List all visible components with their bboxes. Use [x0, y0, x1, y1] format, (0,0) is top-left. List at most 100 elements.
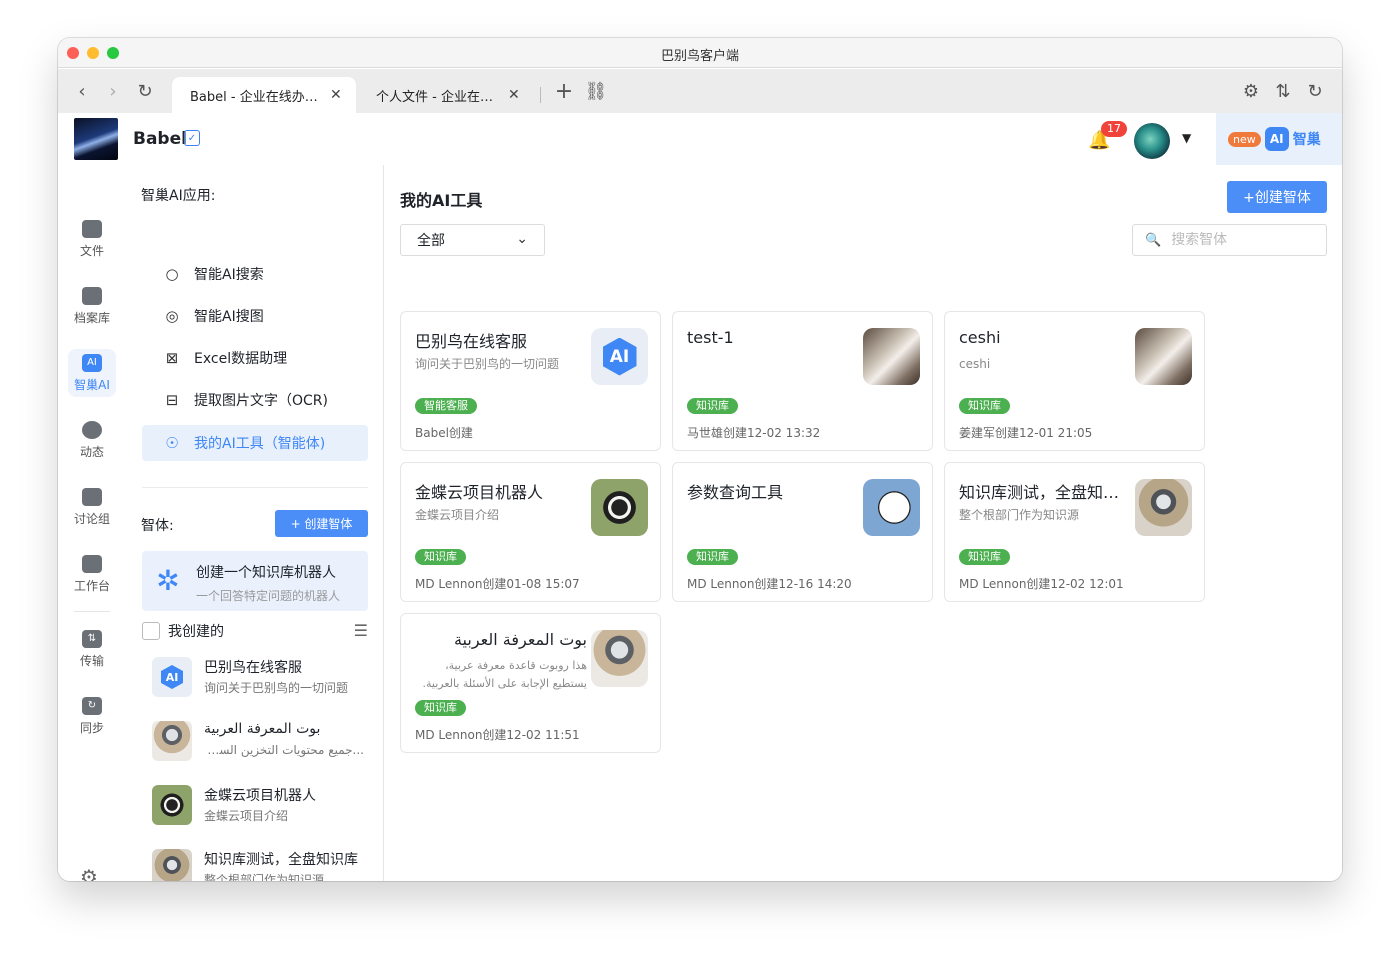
- apps-section-title: 智巢AI应用:: [141, 188, 216, 204]
- activity-icon: [82, 420, 102, 439]
- create-knowledge-bot-card[interactable]: ✲ 创建一个知识库机器人 一个回答特定问题的机器人: [142, 551, 368, 611]
- tab-label: Babel - 企业在线办公网盘: [190, 89, 322, 105]
- browser-tab-bar: ‹ › ↻ Babel - 企业在线办公网盘 ✕ 个人文件 - 企业在线办公网盘…: [58, 69, 1342, 113]
- menu-item-label: 智能AI搜索: [194, 267, 264, 283]
- agent-name: 巴别鸟在线客服: [204, 660, 302, 676]
- new-tab-icon[interactable]: +: [552, 79, 576, 104]
- ai-logo-icon: AI: [1264, 127, 1289, 151]
- new-badge: new: [1228, 131, 1261, 147]
- card-meta: MD Lennon创建12-16 14:20: [687, 577, 852, 591]
- card-title: 知识库测试，全盘知识库: [959, 483, 1131, 502]
- agent-avatar: [152, 785, 192, 825]
- card-title: 金蝶云项目机器人: [415, 483, 544, 502]
- company-logo[interactable]: [74, 118, 118, 160]
- card-meta: 马世雄创建12-02 13:32: [687, 426, 821, 440]
- menu-item-my-ai-tools[interactable]: ☉ 我的AI工具（智能体): [142, 425, 368, 461]
- chevron-down-icon[interactable]: ▼: [1182, 131, 1191, 145]
- category-select[interactable]: 全部 ⌄: [400, 224, 545, 256]
- settings-gear-icon[interactable]: ⚙: [80, 865, 102, 881]
- rail-item-sync[interactable]: ↻ 同步: [68, 692, 116, 740]
- nav-rail: 文件 档案库 AI 智巢AI 动态 讨论组 工作台 ⇅ 传输 ↻ 同步 ⚙: [58, 165, 126, 881]
- mine-label: 我创建的: [168, 624, 224, 640]
- chat-icon: [82, 487, 102, 506]
- ai-tool-icon: ☉: [165, 434, 179, 452]
- rail-item-transfer[interactable]: ⇅ 传输: [68, 625, 116, 673]
- close-icon[interactable]: ✕: [508, 87, 520, 103]
- ai-hexagon-icon: AI: [161, 665, 183, 689]
- card-meta: MD Lennon创建12-02 11:51: [415, 728, 580, 742]
- agent-card[interactable]: 参数查询工具 知识库 MD Lennon创建12-16 14:20: [672, 462, 933, 602]
- agent-name: 金蝶云项目机器人: [204, 788, 316, 804]
- refresh-icon[interactable]: ↻: [1304, 79, 1326, 103]
- create-agent-button-small[interactable]: + 创建智体: [275, 510, 368, 537]
- menu-item-excel-assistant[interactable]: ⊠ Excel数据助理: [142, 340, 368, 376]
- card-title: 参数查询工具: [687, 483, 784, 502]
- rail-item-files[interactable]: 文件: [68, 215, 116, 263]
- menu-item-ocr[interactable]: ⊟ 提取图片文字（OCR): [142, 382, 368, 418]
- create-card-subtitle: 一个回答特定问题的机器人: [196, 589, 341, 603]
- menu-item-label: 我的AI工具（智能体): [194, 436, 326, 452]
- card-tag: 知识库: [959, 398, 1010, 414]
- card-tag: 知识库: [415, 700, 466, 716]
- card-desc: 询问关于巴别鸟的一切问题: [415, 357, 560, 371]
- user-avatar[interactable]: [1134, 123, 1170, 159]
- rail-item-ai[interactable]: AI 智巢AI: [68, 349, 116, 397]
- verified-shield-icon: ✓: [184, 130, 200, 146]
- card-desc: 金蝶云项目介绍: [415, 508, 500, 522]
- agent-list-item[interactable]: 金蝶云项目机器人 金蝶云项目介绍: [142, 779, 368, 831]
- sort-icon[interactable]: ☰: [354, 621, 368, 640]
- create-agent-button[interactable]: +创建智体: [1227, 181, 1327, 213]
- agent-list-item[interactable]: 知识库测试，全盘知识库 整个根部门作为知识源: [142, 843, 368, 881]
- agent-list-item[interactable]: بوت المعرفة العربية ...جميع محتويات التخ…: [142, 715, 368, 767]
- workbench-icon: [82, 554, 102, 573]
- card-tag: 知识库: [687, 398, 738, 414]
- ai-brand-button[interactable]: new AI 智巢: [1216, 113, 1342, 165]
- agent-card[interactable]: 巴别鸟在线客服 询问关于巴别鸟的一切问题 智能客服 Babel创建 AI: [400, 311, 661, 451]
- tab-personal-files[interactable]: 个人文件 - 企业在线办公网盘 ✕: [358, 77, 534, 113]
- card-title: ceshi: [959, 328, 1001, 347]
- agent-desc: 询问关于巴别鸟的一切问题: [204, 681, 349, 695]
- rail-item-archive[interactable]: 档案库: [68, 282, 116, 330]
- reload-icon[interactable]: ↻: [133, 79, 157, 103]
- agent-card[interactable]: 金蝶云项目机器人 金蝶云项目介绍 知识库 MD Lennon创建01-08 15…: [400, 462, 661, 602]
- rail-divider: [74, 611, 110, 612]
- chevron-down-icon: ⌄: [516, 231, 528, 247]
- card-meta: MD Lennon创建01-08 15:07: [415, 577, 580, 591]
- close-icon[interactable]: ✕: [330, 87, 342, 103]
- rail-item-chat[interactable]: 讨论组: [68, 483, 116, 531]
- agent-search-box: 🔍: [1132, 224, 1327, 256]
- search-icon: ○: [165, 265, 179, 283]
- rail-item-workbench[interactable]: 工作台: [68, 550, 116, 598]
- category-select-value: 全部: [417, 233, 445, 249]
- brand-name: Babel: [133, 129, 187, 149]
- agent-card[interactable]: 知识库测试，全盘知识库 整个根部门作为知识源 知识库 MD Lennon创建12…: [944, 462, 1205, 602]
- agent-search-input[interactable]: [1171, 232, 1312, 248]
- title-bar: 巴别鸟客户端: [58, 38, 1342, 68]
- agent-card[interactable]: test-1 知识库 马世雄创建12-02 13:32: [672, 311, 933, 451]
- mine-checkbox[interactable]: [142, 622, 160, 640]
- rail-item-activity[interactable]: 动态: [68, 416, 116, 464]
- agent-list-item[interactable]: AI 巴别鸟在线客服 询问关于巴别鸟的一切问题: [142, 651, 368, 703]
- gear-icon[interactable]: ⚙: [1240, 79, 1262, 103]
- tab-babel[interactable]: Babel - 企业在线办公网盘 ✕: [172, 77, 356, 113]
- back-icon[interactable]: ‹: [70, 79, 94, 103]
- menu-item-ai-image-search[interactable]: ◎ 智能AI搜图: [142, 298, 368, 334]
- create-card-title: 创建一个知识库机器人: [196, 565, 336, 581]
- rail-item-label: 工作台: [73, 578, 110, 593]
- main-content: 我的AI工具 +创建智体 全部 ⌄ 🔍 巴别鸟在线客服 询问关于巴别鸟的一切问题…: [385, 165, 1342, 881]
- menu-item-label: 提取图片文字（OCR): [194, 393, 328, 409]
- agent-card[interactable]: بوت المعرفة العربية هذا روبوت قاعدة معرف…: [400, 613, 661, 753]
- agent-card[interactable]: ceshi ceshi 知识库 姜建军创建12-01 21:05: [944, 311, 1205, 451]
- mine-filter-row: 我创建的 ☰: [142, 621, 368, 641]
- menu-item-ai-search[interactable]: ○ 智能AI搜索: [142, 256, 368, 292]
- transfer-icon[interactable]: ⇅: [1272, 79, 1294, 103]
- search-icon: 🔍: [1145, 232, 1162, 248]
- tab-label: 个人文件 - 企业在线办公网盘: [376, 89, 500, 105]
- link-icon[interactable]: ⛓: [584, 79, 608, 103]
- card-title: 巴别鸟在线客服: [415, 332, 528, 351]
- network-icon: ✲: [156, 564, 180, 597]
- card-title: test-1: [687, 328, 734, 347]
- menu-item-label: 智能AI搜图: [194, 309, 264, 325]
- forward-icon[interactable]: ›: [101, 79, 125, 103]
- card-title: بوت المعرفة العربية: [453, 630, 587, 649]
